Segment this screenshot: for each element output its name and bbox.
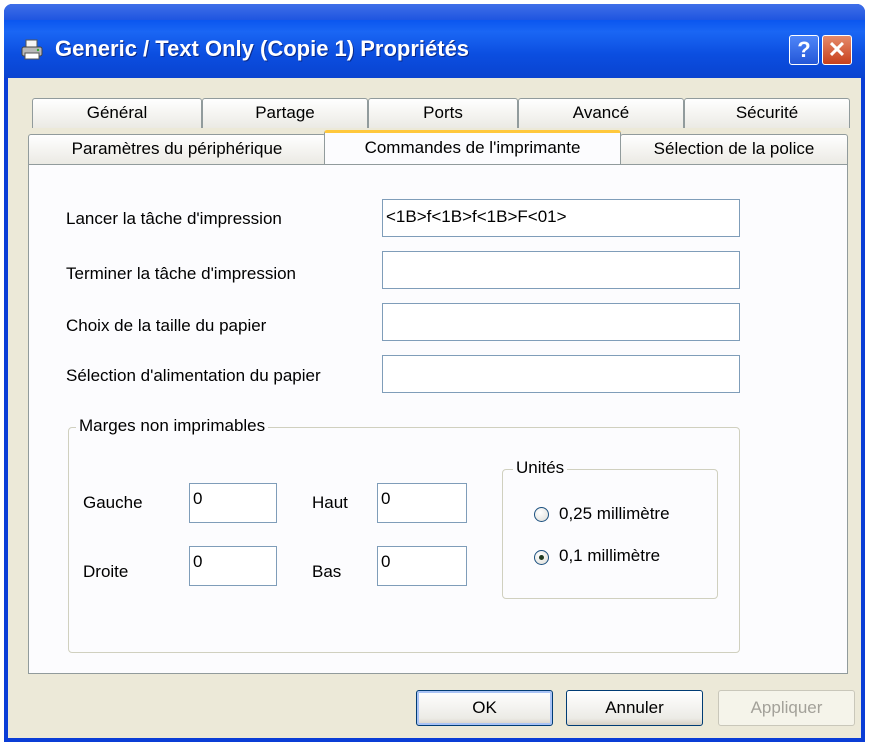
top-margin-input[interactable]: 0 bbox=[377, 483, 467, 523]
window-title: Generic / Text Only (Copie 1) Propriétés bbox=[55, 36, 470, 61]
unit-025-label[interactable]: 0,25 millimètre bbox=[559, 504, 670, 524]
tab-selection-police[interactable]: Sélection de la police bbox=[620, 134, 848, 164]
end-job-input[interactable] bbox=[382, 251, 740, 289]
apply-button[interactable]: Appliquer bbox=[718, 690, 855, 726]
margins-legend: Marges non imprimables bbox=[76, 416, 269, 436]
cancel-button[interactable]: Annuler bbox=[566, 690, 703, 726]
bottom-margin-label: Bas bbox=[312, 562, 342, 581]
unit-025-radio[interactable] bbox=[534, 507, 549, 522]
bottom-margin-input[interactable]: 0 bbox=[377, 546, 467, 586]
paper-feed-label: Sélection d'alimentation du papier bbox=[66, 366, 321, 385]
tab-partage[interactable]: Partage bbox=[202, 98, 368, 128]
unit-01-radio[interactable] bbox=[534, 550, 549, 565]
radio-selected-dot bbox=[539, 555, 544, 560]
ok-button[interactable]: OK bbox=[416, 690, 553, 726]
left-margin-label: Gauche bbox=[83, 493, 143, 512]
margins-group: Marges non imprimables Gauche 0 Haut 0 D… bbox=[68, 416, 740, 653]
tab-commandes-imprimante[interactable]: Commandes de l'imprimante bbox=[324, 130, 621, 164]
paper-size-label: Choix de la taille du papier bbox=[66, 316, 267, 335]
end-job-label: Terminer la tâche d'impression bbox=[66, 264, 297, 283]
printer-properties-window: Generic / Text Only (Copie 1) Propriétés… bbox=[4, 4, 865, 742]
tab-panel: Lancer la tâche d'impression <1B>f<1B>f<… bbox=[28, 164, 848, 674]
right-margin-label: Droite bbox=[83, 562, 129, 581]
paper-size-input[interactable] bbox=[382, 303, 740, 341]
paper-feed-input[interactable] bbox=[382, 355, 740, 393]
start-job-label: Lancer la tâche d'impression bbox=[66, 209, 282, 228]
units-group: Unités 0,25 millimètre 0,1 millimètre bbox=[502, 458, 718, 599]
tab-parametres-peripherique[interactable]: Paramètres du périphérique bbox=[28, 134, 326, 164]
close-button[interactable]: ✕ bbox=[822, 35, 852, 65]
help-button[interactable]: ? bbox=[789, 35, 819, 65]
top-margin-label: Haut bbox=[312, 493, 348, 512]
left-margin-input[interactable]: 0 bbox=[189, 483, 277, 523]
unit-01-label[interactable]: 0,1 millimètre bbox=[559, 546, 660, 566]
start-job-input[interactable]: <1B>f<1B>f<1B>F<01> bbox=[382, 199, 740, 237]
tab-avance[interactable]: Avancé bbox=[518, 98, 684, 128]
units-legend: Unités bbox=[513, 458, 568, 478]
right-margin-input[interactable]: 0 bbox=[189, 546, 277, 586]
dialog-client-area: Général Partage Ports Avancé Sécurité Pa… bbox=[8, 78, 861, 738]
desktop-strip bbox=[4, 4, 865, 20]
tab-ports[interactable]: Ports bbox=[368, 98, 518, 128]
tab-securite[interactable]: Sécurité bbox=[684, 98, 850, 128]
printer-icon bbox=[20, 39, 44, 61]
tab-general[interactable]: Général bbox=[32, 98, 202, 128]
title-bar[interactable]: Generic / Text Only (Copie 1) Propriétés… bbox=[4, 20, 865, 78]
